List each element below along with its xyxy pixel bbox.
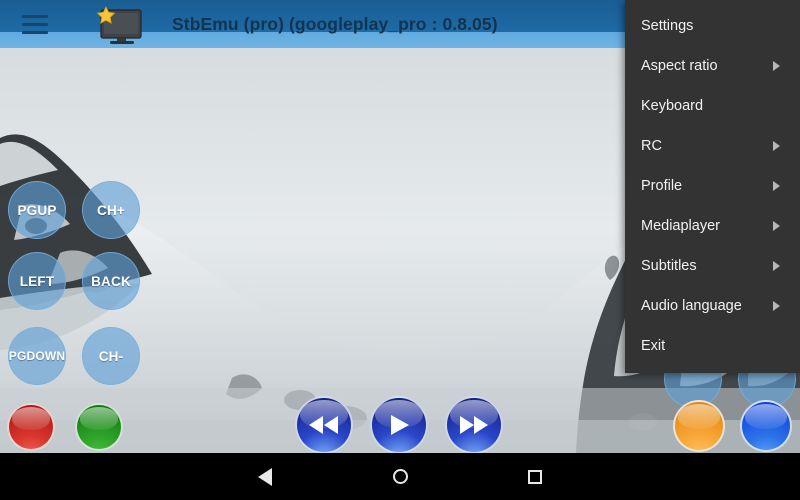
- red-button[interactable]: [7, 403, 55, 451]
- hamburger-bar: [22, 15, 48, 18]
- play-icon: [372, 398, 426, 452]
- rewind-icon: [297, 398, 351, 452]
- android-recents-button[interactable]: [505, 453, 565, 500]
- hamburger-icon[interactable]: [22, 15, 48, 34]
- menu-item-label: Mediaplayer: [641, 218, 720, 234]
- remote-key-label: CH+: [97, 202, 125, 218]
- yellow-button[interactable]: [673, 400, 725, 452]
- remote-key-pgdown[interactable]: PGDOWN: [8, 327, 66, 385]
- triangle-back-icon: [258, 467, 272, 486]
- menu-item-aspect-ratio[interactable]: Aspect ratio: [625, 46, 800, 86]
- remote-key-label: BACK: [91, 273, 131, 289]
- chevron-right-icon: [773, 301, 780, 311]
- remote-key-label: CH-: [98, 348, 124, 364]
- tv-star-icon: [92, 6, 144, 46]
- menu-item-settings[interactable]: Settings: [625, 6, 800, 46]
- chevron-right-icon: [773, 141, 780, 151]
- remote-key-label: PGUP: [17, 202, 57, 218]
- button-gloss: [744, 403, 788, 429]
- chevron-right-icon: [773, 221, 780, 231]
- button-gloss: [677, 403, 721, 429]
- android-navigation-bar: [0, 453, 800, 500]
- play-button[interactable]: [370, 396, 428, 454]
- page-title: StbEmu (pro) (googleplay_pro : 0.8.05): [172, 14, 498, 34]
- menu-item-subtitles[interactable]: Subtitles: [625, 246, 800, 286]
- menu-item-label: Settings: [641, 18, 694, 34]
- menu-item-label: Subtitles: [641, 258, 697, 274]
- remote-key-chdown[interactable]: CH-: [82, 327, 140, 385]
- remote-key-chup[interactable]: CH+: [82, 181, 140, 239]
- button-gloss: [79, 406, 119, 430]
- blue-button[interactable]: [740, 400, 792, 452]
- chevron-right-icon: [773, 61, 780, 71]
- menu-item-label: Exit: [641, 338, 666, 354]
- menu-item-profile[interactable]: Profile: [625, 166, 800, 206]
- menu-item-rc[interactable]: RC: [625, 126, 800, 166]
- menu-item-label: Aspect ratio: [641, 58, 718, 74]
- android-back-button[interactable]: [235, 453, 295, 500]
- menu-item-label: Audio language: [641, 298, 742, 314]
- rewind-button[interactable]: [295, 396, 353, 454]
- hamburger-bar: [22, 31, 48, 34]
- remote-key-label: LEFT: [19, 273, 55, 289]
- menu-item-exit[interactable]: Exit: [625, 326, 800, 366]
- hamburger-bar: [22, 23, 48, 26]
- square-recents-icon: [528, 469, 542, 484]
- options-popup-menu: Settings Aspect ratio Keyboard RC Profil…: [625, 0, 800, 373]
- fast-forward-button[interactable]: [445, 396, 503, 454]
- menu-item-mediaplayer[interactable]: Mediaplayer: [625, 206, 800, 246]
- remote-key-back[interactable]: BACK: [82, 252, 140, 310]
- remote-key-pgup[interactable]: PGUP: [8, 181, 66, 239]
- app-screen: PGUP CH+ LEFT BACK PGDOWN CH- StbEmu (pr…: [0, 0, 800, 500]
- circle-home-icon: [392, 469, 408, 484]
- remote-key-label: PGDOWN: [8, 349, 66, 363]
- menu-item-audio-language[interactable]: Audio language: [625, 286, 800, 326]
- menu-item-label: Keyboard: [641, 98, 704, 114]
- menu-item-label: RC: [641, 138, 662, 154]
- menu-item-label: Profile: [641, 178, 683, 194]
- button-gloss: [11, 406, 51, 430]
- green-button[interactable]: [75, 403, 123, 451]
- menu-item-keyboard[interactable]: Keyboard: [625, 86, 800, 126]
- remote-key-left[interactable]: LEFT: [8, 252, 66, 310]
- fast-forward-icon: [447, 398, 501, 452]
- android-home-button[interactable]: [370, 453, 430, 500]
- chevron-right-icon: [773, 261, 780, 271]
- chevron-right-icon: [773, 181, 780, 191]
